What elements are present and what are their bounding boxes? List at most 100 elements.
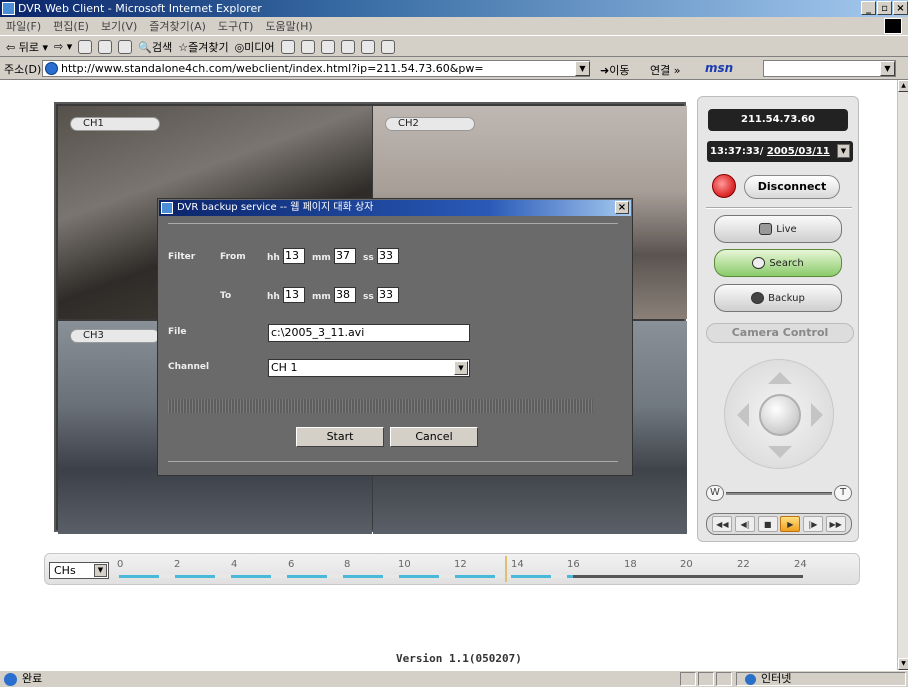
pan-right-icon[interactable] — [811, 403, 823, 427]
hour-label: 8 — [344, 559, 351, 570]
hour-label: 18 — [624, 559, 637, 570]
word-icon[interactable] — [340, 39, 355, 54]
channel-select-dropdown-icon[interactable]: ▼ — [94, 564, 107, 577]
messenger-icon[interactable] — [380, 39, 395, 54]
pan-left-icon[interactable] — [737, 403, 749, 427]
from-label: From — [220, 252, 246, 262]
menu-favorites[interactable]: 즐겨찾기(A) — [149, 18, 206, 34]
timeline-cursor[interactable] — [505, 556, 507, 582]
address-input[interactable]: http://www.standalone4ch.com/webclient/i… — [42, 60, 590, 77]
datetime-display: 13:37:33/ 2005/03/11 ▼ — [707, 141, 853, 162]
fast-forward-icon[interactable]: ▶▶ — [825, 516, 846, 532]
close-button[interactable]: × — [893, 1, 908, 15]
timeline-bar[interactable]: CHs ▼ 0 2 4 6 8 10 12 14 16 18 20 22 24 — [44, 553, 860, 585]
security-zone: 인터넷 — [736, 672, 906, 686]
disconnect-button[interactable]: Disconnect — [744, 175, 840, 199]
live-button[interactable]: Live — [714, 215, 842, 243]
dialog-close-button[interactable]: × — [615, 201, 629, 214]
from-minute-input[interactable]: 37 — [334, 248, 356, 264]
hour-label: 0 — [117, 559, 124, 570]
status-cell — [680, 672, 696, 686]
stop-icon[interactable]: ■ — [757, 516, 778, 532]
windows-logo-icon — [884, 18, 902, 34]
toolbar: ⇦ 뒤로 ▾ ⇨ ▾ 🔍검색 ☆즐겨찾기 ◎미디어 — [0, 37, 908, 57]
step-back-icon[interactable]: ◀| — [734, 516, 755, 532]
hh-label: hh — [267, 292, 280, 302]
hour-label: 12 — [454, 559, 467, 570]
address-dropdown-icon[interactable]: ▼ — [575, 61, 590, 76]
clock-icon — [752, 257, 766, 269]
pan-down-icon[interactable] — [768, 446, 792, 458]
back-button[interactable]: ⇦ 뒤로 ▾ — [6, 39, 48, 55]
file-label: File — [168, 327, 187, 337]
zoom-track[interactable] — [726, 492, 832, 495]
menu-help[interactable]: 도움말(H) — [265, 18, 312, 34]
channel-dropdown-icon[interactable]: ▼ — [454, 361, 468, 375]
menu-view[interactable]: 보기(V) — [101, 18, 137, 34]
play-icon[interactable]: ▶ — [780, 516, 801, 532]
channel-dropdown[interactable]: CH 1 ▼ — [268, 359, 470, 377]
fast-rewind-icon[interactable]: ◀◀ — [712, 516, 733, 532]
start-button[interactable]: Start — [296, 427, 384, 447]
print-icon[interactable] — [320, 39, 335, 54]
links-button[interactable]: 연결 » — [650, 62, 680, 78]
from-second-input[interactable]: 33 — [377, 248, 399, 264]
hour-label: 14 — [511, 559, 524, 570]
discuss-icon[interactable] — [360, 39, 375, 54]
refresh-icon[interactable] — [98, 39, 113, 54]
title-bar: DVR Web Client - Microsoft Internet Expl… — [0, 0, 908, 17]
menu-bar: 파일(F) 편집(E) 보기(V) 즐겨찾기(A) 도구(T) 도움말(H) — [0, 17, 908, 36]
cancel-button[interactable]: Cancel — [390, 427, 478, 447]
file-path-input[interactable]: c:\2005_3_11.avi — [268, 324, 470, 342]
version-label: Version 1.1(050207) — [396, 652, 522, 665]
connection-status-icon — [712, 174, 736, 198]
msn-dropdown-icon[interactable]: ▼ — [880, 61, 895, 76]
go-button[interactable]: ➜이동 — [600, 62, 629, 78]
ip-display: 211.54.73.60 — [708, 109, 848, 131]
to-hour-input[interactable]: 13 — [283, 287, 305, 303]
menu-edit[interactable]: 편집(E) — [53, 18, 89, 34]
hour-label: 2 — [174, 559, 181, 570]
media-button[interactable]: ◎미디어 — [235, 39, 275, 55]
history-icon[interactable] — [280, 39, 295, 54]
scroll-up-icon[interactable]: ▲ — [898, 80, 908, 92]
dialog-icon — [161, 202, 173, 214]
step-forward-icon[interactable]: |▶ — [802, 516, 823, 532]
date-dropdown-icon[interactable]: ▼ — [837, 144, 850, 158]
pan-up-icon[interactable] — [768, 372, 792, 384]
zoom-wide-button[interactable]: W — [706, 485, 724, 501]
to-second-input[interactable]: 33 — [377, 287, 399, 303]
zoom-tele-button[interactable]: T — [834, 485, 852, 501]
from-hour-input[interactable]: 13 — [283, 248, 305, 264]
ptz-center-button[interactable] — [759, 394, 801, 436]
msn-logo[interactable]: msn — [705, 61, 733, 75]
to-minute-input[interactable]: 38 — [334, 287, 356, 303]
disc-icon — [751, 292, 765, 304]
home-icon[interactable] — [118, 39, 133, 54]
msn-search-input[interactable] — [763, 60, 896, 77]
status-cell — [716, 672, 732, 686]
search-button[interactable]: 🔍검색 — [138, 39, 172, 55]
vertical-scrollbar[interactable]: ▲ ▼ — [897, 80, 908, 670]
forward-button[interactable]: ⇨ ▾ — [54, 40, 72, 53]
divider — [706, 207, 852, 209]
channel-select[interactable]: CHs ▼ — [49, 562, 109, 579]
mm-label: mm — [312, 292, 331, 302]
minimize-button[interactable]: _ — [861, 1, 876, 15]
menu-tools[interactable]: 도구(T) — [218, 18, 254, 34]
dialog-title: DVR backup service -- 웹 페이지 대화 상자 — [177, 202, 374, 213]
scroll-down-icon[interactable]: ▼ — [898, 658, 908, 670]
hour-label: 22 — [737, 559, 750, 570]
favorites-button[interactable]: ☆즐겨찾기 — [178, 39, 228, 55]
zoom-slider[interactable]: W T — [706, 485, 852, 503]
search-mode-button[interactable]: Search — [714, 249, 842, 277]
menu-file[interactable]: 파일(F) — [6, 18, 41, 34]
divider — [168, 461, 618, 462]
maximize-button[interactable]: ▫ — [877, 1, 892, 15]
mail-icon[interactable] — [300, 39, 315, 54]
empty-segments — [573, 575, 803, 578]
stop-icon[interactable] — [78, 39, 93, 54]
backup-button[interactable]: Backup — [714, 284, 842, 312]
date-text[interactable]: 2005/03/11 — [767, 146, 830, 157]
status-text: 완료 — [22, 672, 43, 685]
